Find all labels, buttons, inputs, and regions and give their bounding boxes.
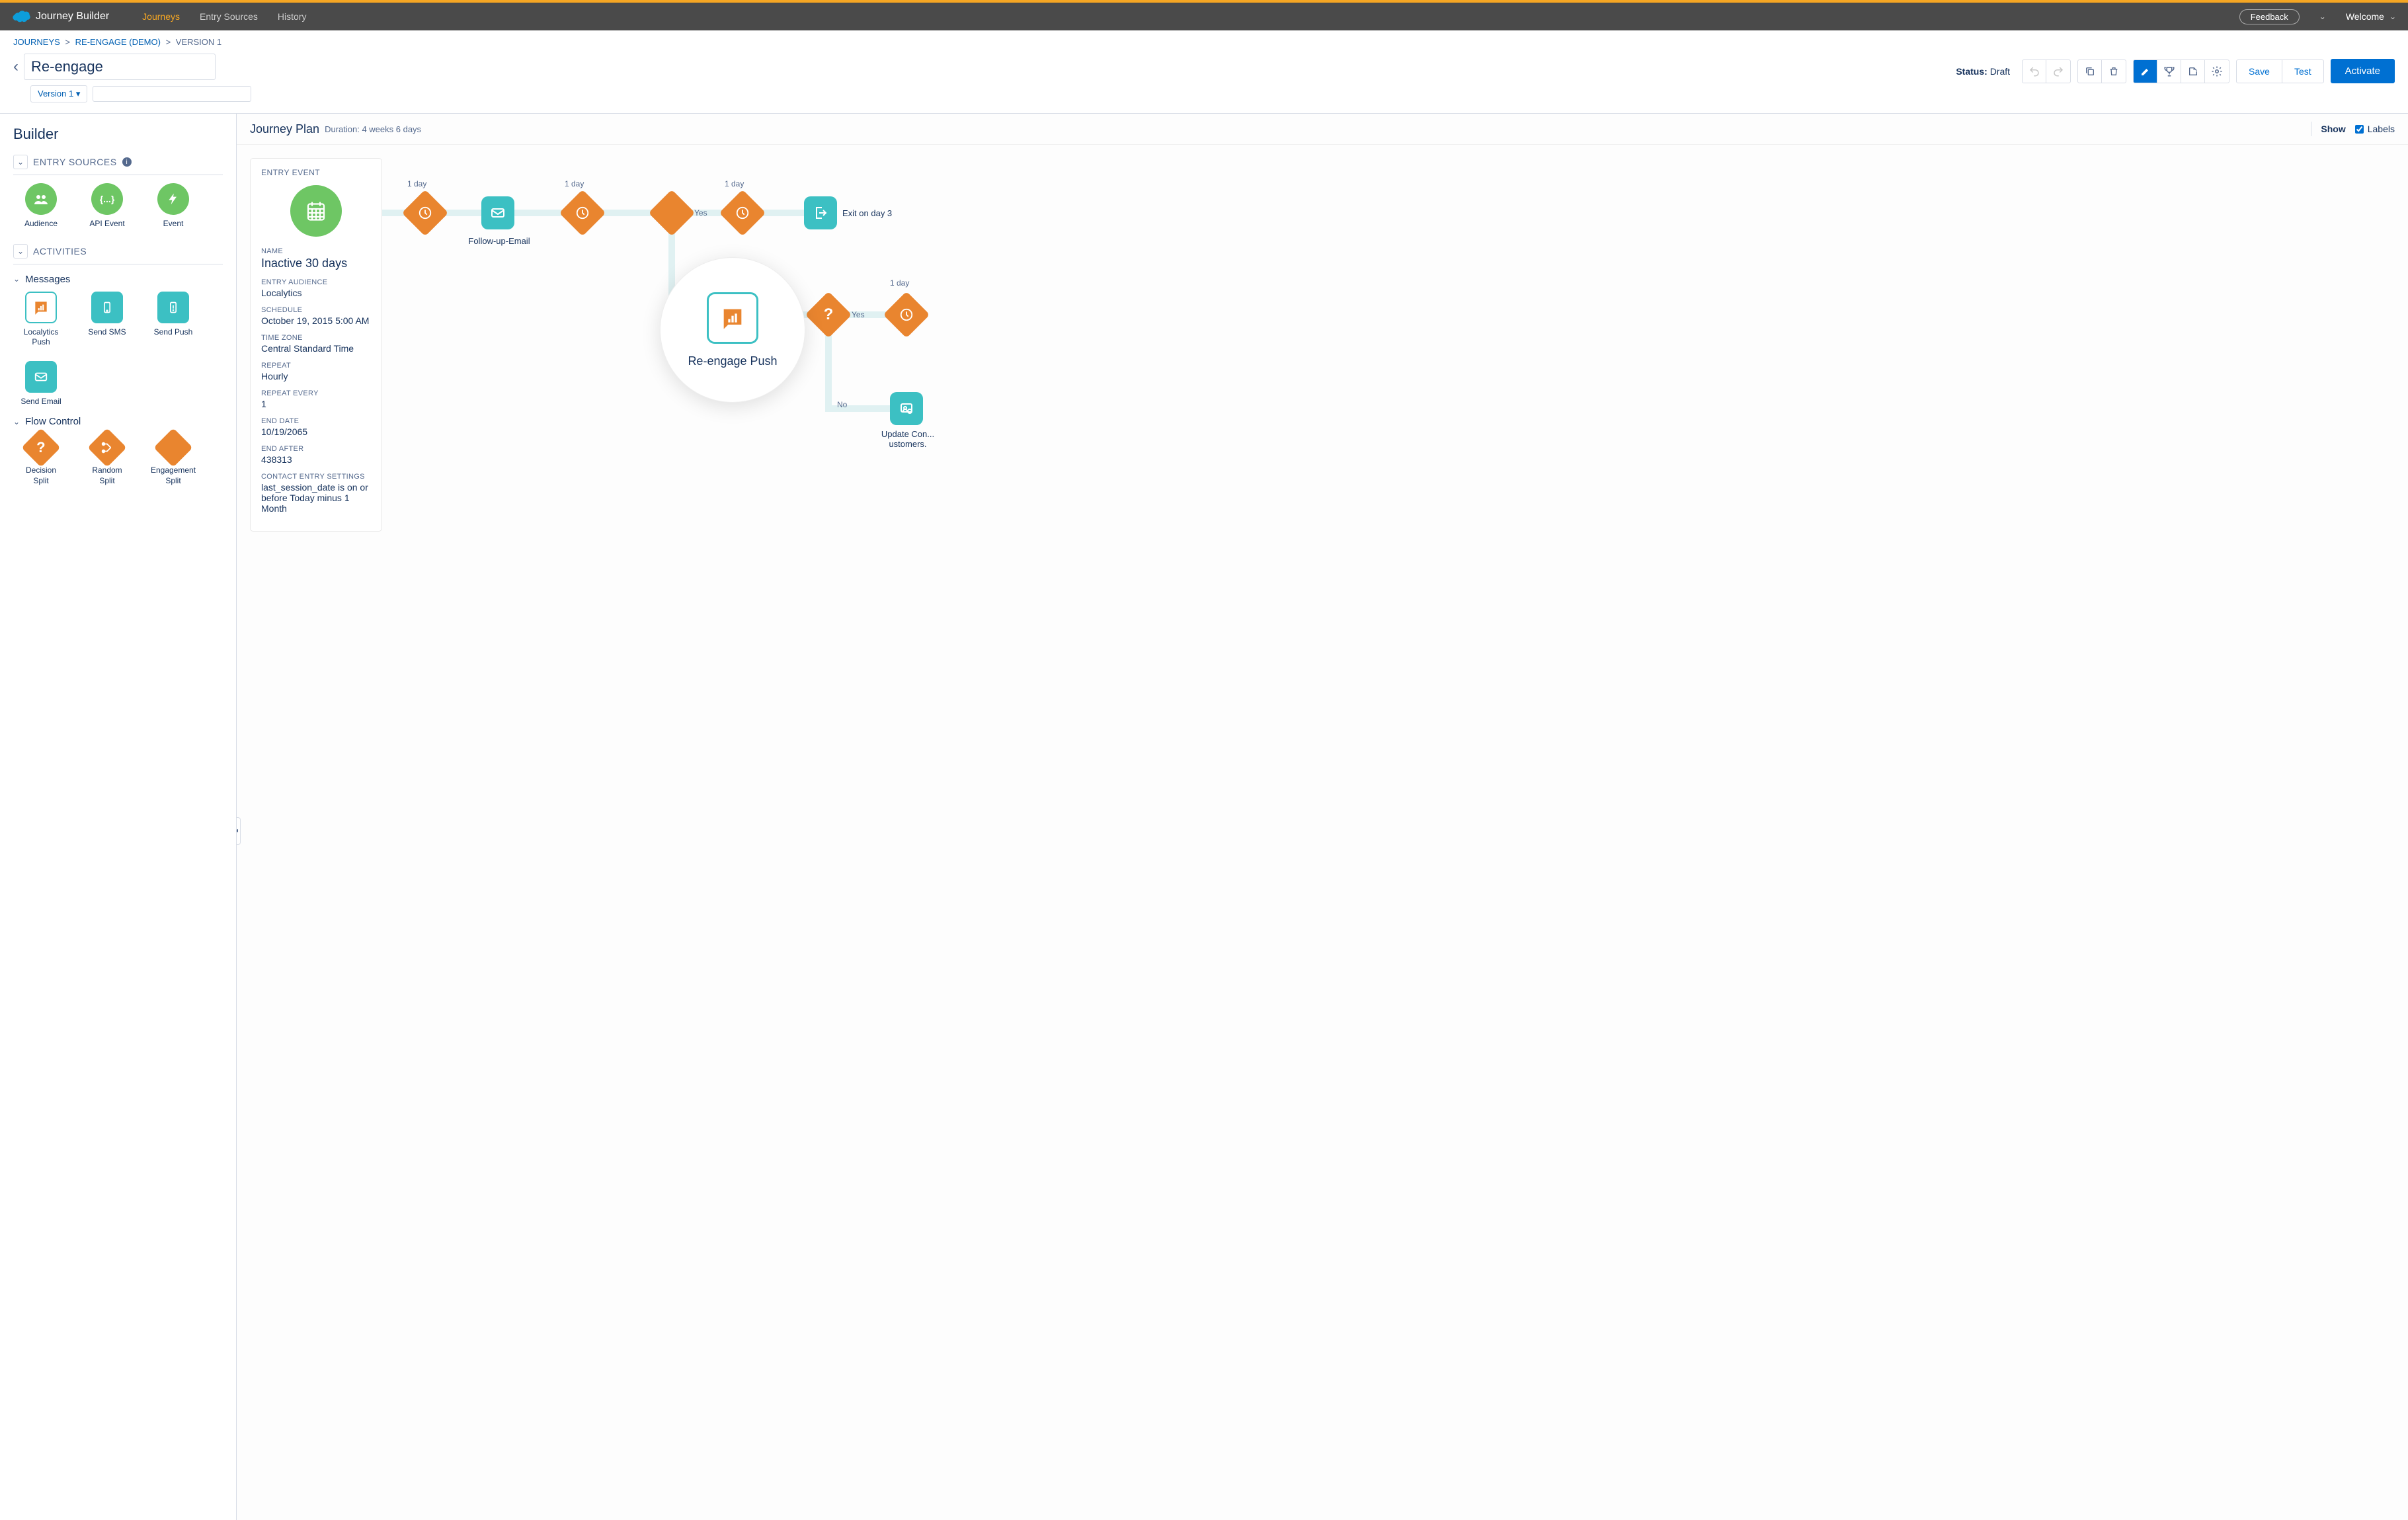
app-title: Journey Builder: [36, 11, 109, 22]
exit-node[interactable]: [804, 196, 837, 229]
welcome-menu[interactable]: Welcome ⌄: [2346, 11, 2396, 22]
builder-title: Builder: [13, 126, 223, 143]
menu-chevron-icon[interactable]: ⌄: [2319, 12, 2326, 21]
history-group: [2022, 60, 2071, 83]
goals-button[interactable]: [2157, 60, 2181, 83]
version-select[interactable]: Version 1 ▾: [30, 85, 87, 102]
followup-email-node[interactable]: [481, 196, 514, 229]
tile-event[interactable]: Event: [149, 183, 197, 229]
copy-button[interactable]: [2078, 60, 2102, 83]
save-button[interactable]: Save: [2237, 60, 2282, 83]
flow-control-subsection[interactable]: ⌄ Flow Control: [13, 416, 223, 427]
tile-send-sms[interactable]: Send SMS: [83, 292, 131, 348]
chevron-down-icon: ⌄: [13, 155, 28, 169]
status-text: Status: Draft: [1956, 66, 2010, 77]
breadcrumb: JOURNEYS > RE-ENGAGE (DEMO) > VERSION 1: [0, 30, 2408, 54]
redo-button[interactable]: [2046, 60, 2070, 83]
wait-node-2[interactable]: [559, 190, 606, 237]
journey-canvas[interactable]: ENTRY EVENT NAMEInactive 30 days ENTRY A…: [237, 145, 2408, 1520]
tile-send-email[interactable]: Send Email: [17, 361, 65, 407]
secondary-input[interactable]: [93, 86, 251, 102]
undo-button[interactable]: [2023, 60, 2046, 83]
wait-node-3[interactable]: [719, 190, 766, 237]
tile-localytics-push[interactable]: Localytics Push: [17, 292, 65, 348]
salesforce-cloud-icon: [12, 10, 30, 23]
localytics-push-icon: [707, 292, 758, 344]
tile-api-event[interactable]: {...} API Event: [83, 183, 131, 229]
canvas-area: ◂ Journey Plan Duration: 4 weeks 6 days …: [237, 114, 2408, 1520]
activate-button[interactable]: Activate: [2331, 59, 2395, 83]
wait-node-1[interactable]: [402, 190, 449, 237]
breadcrumb-journeys[interactable]: JOURNEYS: [13, 37, 60, 47]
save-test-group: Save Test: [2236, 60, 2324, 83]
tile-engagement-split[interactable]: Engagement Split: [149, 434, 197, 486]
activities-section[interactable]: ⌄ ACTIVITIES: [13, 244, 223, 264]
nav-journeys[interactable]: Journeys: [142, 11, 180, 22]
messages-subsection[interactable]: ⌄ Messages: [13, 274, 223, 285]
edit-mode-button[interactable]: [2134, 60, 2157, 83]
update-contact-node[interactable]: [890, 392, 923, 425]
reengage-push-node[interactable]: Re-engage Push: [660, 257, 805, 403]
entry-sources-section[interactable]: ⌄ ENTRY SOURCES i: [13, 155, 223, 175]
decision-split-node[interactable]: ?: [805, 292, 852, 339]
share-button[interactable]: [2181, 60, 2205, 83]
calendar-icon: [290, 185, 342, 237]
tile-audience[interactable]: Audience: [17, 183, 65, 229]
settings-button[interactable]: [2205, 60, 2229, 83]
journey-plan-title: Journey Plan: [250, 122, 319, 136]
tile-send-push[interactable]: Send Push: [149, 292, 197, 348]
show-label: Show: [2321, 124, 2345, 134]
info-icon[interactable]: i: [122, 157, 132, 167]
wait-node-4[interactable]: [883, 292, 930, 339]
chevron-down-icon: ⌄: [13, 244, 28, 259]
back-button[interactable]: ‹: [13, 58, 19, 76]
tile-decision-split[interactable]: ? Decision Split: [17, 434, 65, 486]
test-button[interactable]: Test: [2282, 60, 2323, 83]
control-row: ‹ Version 1 ▾ Status: Draft Save Test Ac…: [0, 54, 2408, 114]
tile-random-split[interactable]: Random Split: [83, 434, 131, 486]
breadcrumb-parent[interactable]: RE-ENGAGE (DEMO): [75, 37, 161, 47]
labels-toggle[interactable]: Labels: [2355, 124, 2395, 134]
delete-button[interactable]: [2102, 60, 2126, 83]
topbar: Journey Builder Journeys Entry Sources H…: [0, 3, 2408, 30]
journey-title-input[interactable]: [24, 54, 216, 80]
nav-entry-sources[interactable]: Entry Sources: [200, 11, 258, 22]
breadcrumb-current: VERSION 1: [176, 37, 221, 47]
mode-group: [2133, 60, 2229, 83]
chevron-down-icon: ⌄: [13, 417, 20, 426]
edit-group: [2077, 60, 2126, 83]
chevron-down-icon: ⌄: [2389, 12, 2396, 21]
builder-sidebar: Builder ⌄ ENTRY SOURCES i Audience {...}…: [0, 114, 237, 1520]
chevron-down-icon: ⌄: [13, 274, 20, 284]
entry-event-card[interactable]: ENTRY EVENT NAMEInactive 30 days ENTRY A…: [250, 158, 382, 532]
nav-history[interactable]: History: [278, 11, 307, 22]
engagement-split-node[interactable]: [649, 190, 696, 237]
feedback-button[interactable]: Feedback: [2239, 9, 2300, 24]
